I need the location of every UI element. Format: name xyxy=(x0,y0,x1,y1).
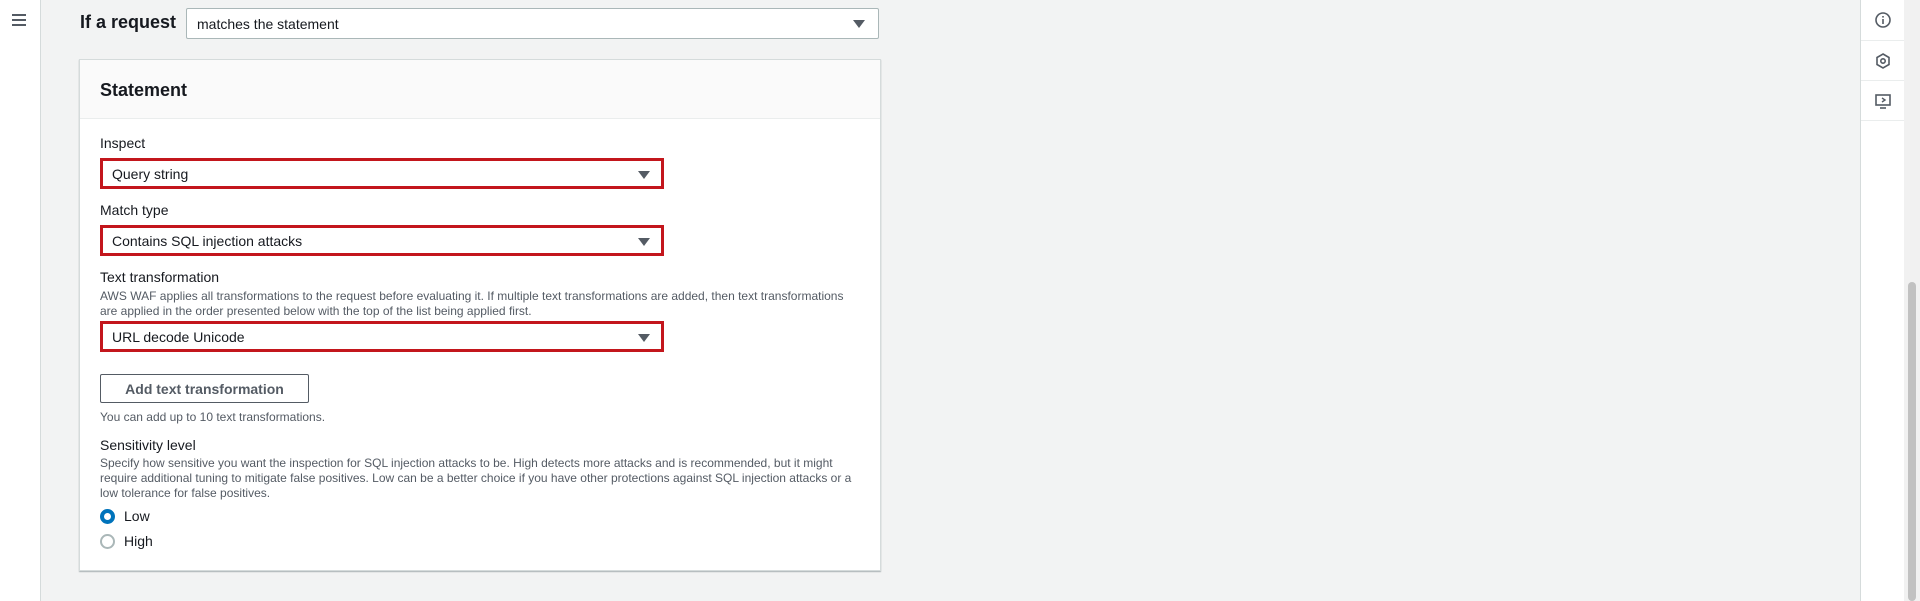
statement-panel-header: Statement xyxy=(80,60,880,119)
text-transformation-label: Text transformation xyxy=(100,269,220,285)
feedback-screen-icon[interactable] xyxy=(1873,91,1893,111)
inspect-select-value: Query string xyxy=(112,165,189,182)
radio-button-unselected[interactable] xyxy=(100,533,115,549)
if-request-select-value: matches the statement xyxy=(197,15,339,32)
gear-hexagon-icon[interactable] xyxy=(1873,51,1893,71)
statement-panel: Statement Inspect Query string Match typ… xyxy=(79,59,881,571)
radio-button-selected[interactable] xyxy=(100,508,115,524)
text-transformation-select-value: URL decode Unicode xyxy=(112,328,245,345)
inspect-select[interactable]: Query string xyxy=(100,158,664,189)
right-tools-rail xyxy=(1860,0,1905,601)
inspect-label: Inspect xyxy=(100,135,146,151)
sensitivity-radio-low[interactable]: Low xyxy=(100,508,150,524)
page-scrollbar[interactable] xyxy=(1904,0,1920,601)
match-type-select[interactable]: Contains SQL injection attacks xyxy=(100,225,664,256)
caret-down-icon xyxy=(638,171,650,179)
left-navigation-rail xyxy=(0,0,41,601)
caret-down-icon xyxy=(853,20,865,28)
caret-down-icon xyxy=(638,334,650,342)
text-transformation-select[interactable]: URL decode Unicode xyxy=(100,321,664,352)
if-request-label: If a request xyxy=(80,12,177,32)
radio-label-high: High xyxy=(124,533,153,549)
radio-label-low: Low xyxy=(124,508,150,524)
sensitivity-level-label: Sensitivity level xyxy=(100,437,196,453)
match-type-select-value: Contains SQL injection attacks xyxy=(112,232,303,249)
rail-divider xyxy=(1861,40,1905,41)
statement-title: Statement xyxy=(100,80,188,100)
sensitivity-level-description: Specify how sensitive you want the inspe… xyxy=(100,456,852,500)
rail-divider xyxy=(1861,80,1905,81)
scrollbar-thumb[interactable] xyxy=(1908,282,1916,601)
if-request-select[interactable]: matches the statement xyxy=(186,8,879,39)
text-transformation-description: AWS WAF applies all transformations to t… xyxy=(100,289,844,318)
info-icon[interactable] xyxy=(1873,10,1893,30)
add-text-transformation-button[interactable]: Add text transformation xyxy=(100,374,309,403)
rail-divider xyxy=(1861,120,1905,121)
sensitivity-radio-high[interactable]: High xyxy=(100,533,153,549)
match-type-label: Match type xyxy=(100,202,169,218)
caret-down-icon xyxy=(638,238,650,246)
hamburger-menu-icon[interactable] xyxy=(10,12,30,28)
text-transformation-hint: You can add up to 10 text transformation… xyxy=(100,410,326,424)
